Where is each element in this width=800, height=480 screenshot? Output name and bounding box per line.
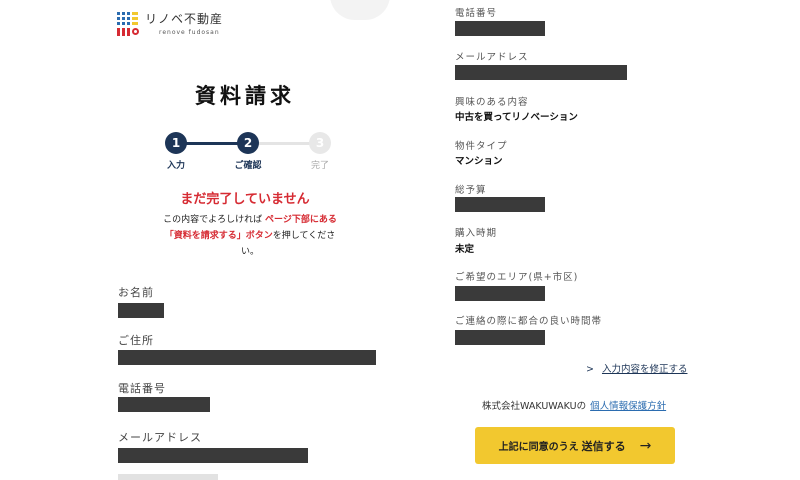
privacy-policy-link[interactable]: 個人情報保護方針 — [590, 401, 666, 412]
notice-line1-prefix: この内容でよろしければ — [163, 215, 263, 225]
email-value-redacted-right — [455, 65, 627, 80]
address-label: ご住所 — [118, 334, 154, 347]
timing-label: 購入時期 — [455, 228, 498, 239]
step-2-label: ご確認 — [234, 161, 262, 171]
stepper-line-done — [178, 142, 242, 145]
logo-grid-icon — [117, 12, 139, 36]
page-title: 資料請求 — [195, 84, 295, 108]
contact-time-label: ご連絡の際に都合の良い時間帯 — [455, 316, 603, 327]
step-3-circle: 3 — [309, 132, 331, 154]
email-value-redacted-left — [118, 448, 308, 463]
email-label-right: メールアドレス — [455, 52, 529, 63]
notice-line2-highlight: 「資料を請求する」ボタン — [164, 231, 273, 241]
property-type-value: マンション — [455, 156, 503, 167]
edit-input-link[interactable]: > 入力内容を修正する — [586, 361, 687, 375]
progress-stepper: 1 2 3 入力 ご確認 完了 — [160, 132, 340, 172]
contact-time-value-redacted — [455, 330, 545, 345]
company-name: 株式会社WAKUWAKUの — [482, 401, 587, 412]
notice-line2-suffix: を押してくださ — [272, 231, 336, 241]
incomplete-warning-title: まだ完了していません — [180, 192, 310, 207]
notice-line1-highlight: ページ下部にある — [265, 215, 337, 225]
name-label: お名前 — [118, 286, 154, 299]
address-value-redacted — [118, 350, 376, 365]
area-value-redacted — [455, 286, 545, 301]
site-logo[interactable]: リノベ不動産 renove fudosan — [117, 12, 223, 36]
interest-value: 中古を買ってリノベーション — [455, 112, 578, 123]
consent-text: 株式会社WAKUWAKUの 個人情報保護方針 — [482, 398, 666, 412]
area-label: ご希望のエリア(県+市区) — [455, 272, 579, 283]
phone-label-left: 電話番号 — [118, 382, 166, 395]
budget-label: 総予算 — [455, 185, 487, 196]
confirmation-notice: この内容でよろしければ ページ下部にある 「資料を請求する」ボタンを押してくださ… — [160, 212, 340, 260]
notice-line3: い。 — [240, 247, 259, 257]
email-label-left: メールアドレス — [118, 431, 202, 444]
phone-value-redacted-right — [455, 21, 545, 36]
stepper-line-todo — [250, 142, 314, 145]
logo-subtext: renove fudosan — [159, 29, 220, 36]
step-3-label: 完了 — [310, 161, 329, 171]
submit-label: 送信する — [581, 439, 626, 453]
timing-value: 未定 — [455, 244, 475, 255]
submit-button[interactable]: 上記に同意のうえ 送信する → — [475, 427, 675, 464]
next-field-label-cutoff — [118, 474, 218, 480]
step-2-circle: 2 — [237, 132, 259, 154]
name-value-redacted — [118, 303, 164, 318]
submit-prefix: 上記に同意のうえ — [498, 442, 579, 453]
interest-label: 興味のある内容 — [455, 97, 529, 108]
property-type-label: 物件タイプ — [455, 141, 508, 152]
budget-value-redacted — [455, 197, 545, 212]
arrow-right-icon: → — [639, 437, 652, 454]
step-1-label: 入力 — [166, 161, 185, 171]
phone-value-redacted-left — [118, 397, 210, 412]
phone-label-right: 電話番号 — [455, 8, 498, 19]
logo-text: リノベ不動産 — [145, 12, 224, 26]
step-1-circle: 1 — [165, 132, 187, 154]
edit-input-link-label: 入力内容を修正する — [601, 364, 688, 375]
chevron-right-icon: > — [586, 364, 594, 375]
